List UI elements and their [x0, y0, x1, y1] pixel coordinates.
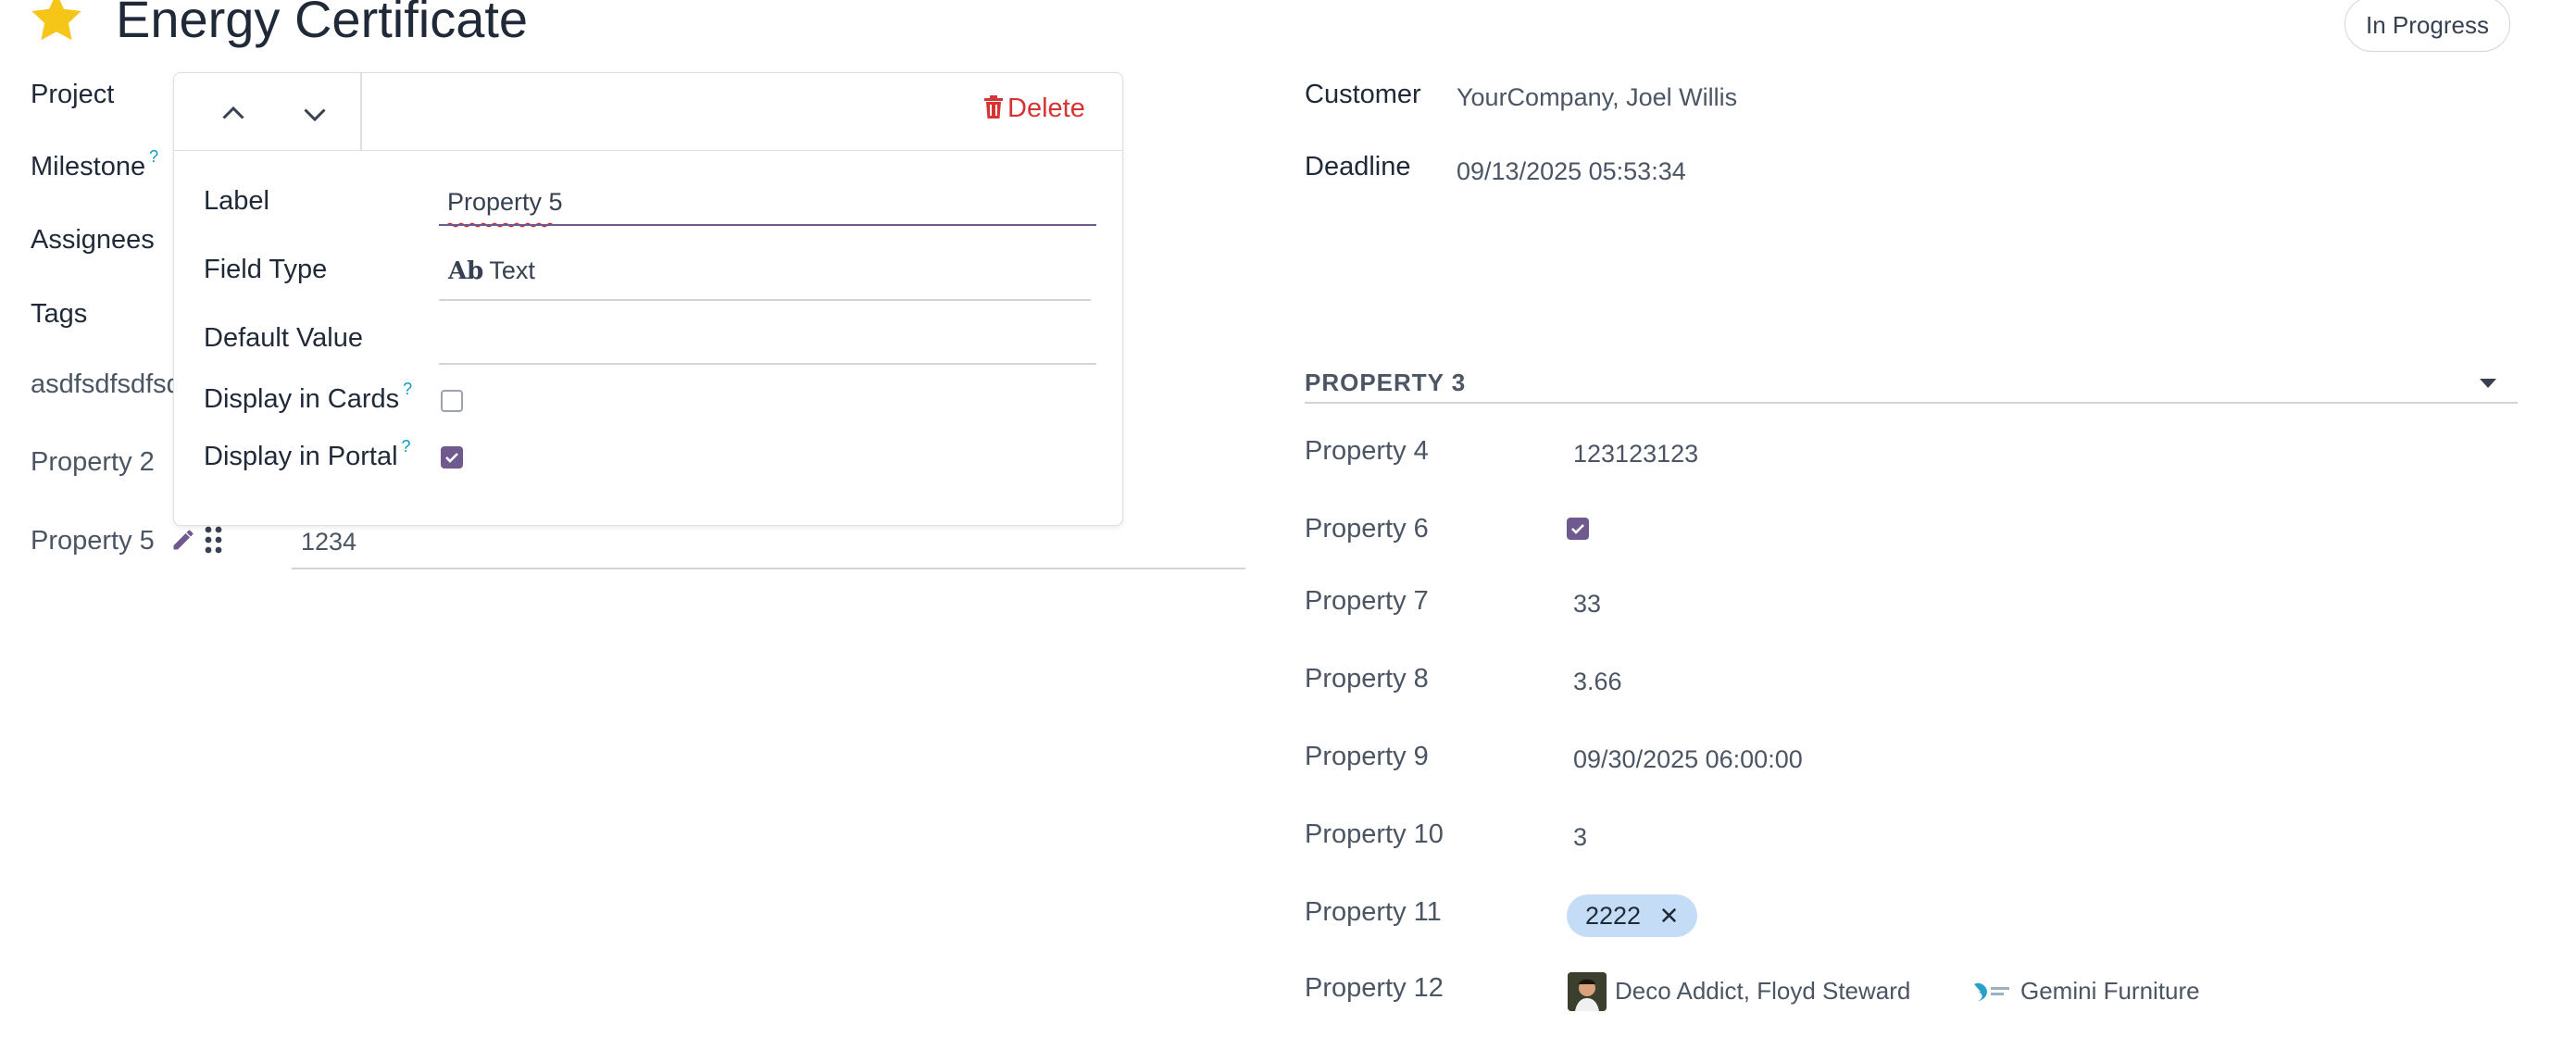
display-portal-label: Display in Portal?	[204, 437, 411, 472]
drag-handle-icon[interactable]	[204, 525, 224, 555]
milestone-help-icon[interactable]: ?	[149, 147, 158, 166]
property5-underline	[292, 568, 1245, 569]
property6-checkbox[interactable]	[1567, 518, 1589, 540]
page-title: Energy Certificate	[116, 0, 529, 48]
check-icon	[1571, 524, 1584, 534]
property8-label: Property 8	[1305, 664, 1429, 694]
property9-value[interactable]: 09/30/2025 06:00:00	[1573, 745, 1803, 774]
tag-remove-icon[interactable]: ✕	[1659, 902, 1680, 930]
milestone-label-text: Milestone	[31, 152, 146, 181]
project-label: Project	[31, 80, 115, 109]
tag-label: 2222	[1585, 902, 1642, 930]
assignees-label: Assignees	[31, 225, 155, 255]
property4-label: Property 4	[1305, 436, 1429, 466]
property11-tag: 2222 ✕	[1567, 894, 1698, 937]
status-badge[interactable]: In Progress	[2345, 0, 2510, 52]
property2-label: Property 2	[31, 447, 155, 477]
tags-label: Tags	[31, 299, 88, 329]
default-value-underline	[439, 363, 1096, 365]
section-collapse-icon[interactable]	[2478, 376, 2498, 391]
display-cards-label-text: Display in Cards	[204, 384, 400, 414]
property12-label: Property 12	[1305, 973, 1444, 1003]
label-input-underline	[439, 224, 1096, 226]
spellcheck-underline	[446, 216, 554, 228]
trash-icon	[984, 95, 1003, 119]
label-field-label: Label	[204, 186, 269, 216]
partner-avatar	[1568, 972, 1607, 1011]
property10-label: Property 10	[1305, 819, 1444, 849]
default-value-label: Default Value	[204, 323, 363, 353]
edit-pencil-icon[interactable]	[170, 527, 196, 553]
property-edit-popover: Delete Label Property 5 Field Type Ab Tex…	[173, 72, 1123, 526]
field-type-underline	[439, 299, 1091, 301]
property4-value[interactable]: 123123123	[1573, 440, 1698, 469]
section-divider	[1305, 402, 2518, 404]
property8-value[interactable]: 3.66	[1573, 668, 1622, 696]
property6-label: Property 6	[1305, 514, 1429, 544]
property11-label: Property 11	[1305, 897, 1442, 927]
company-logo-icon	[1972, 979, 2013, 1005]
property5-label: Property 5	[31, 526, 155, 556]
display-portal-help-icon[interactable]: ?	[402, 437, 411, 456]
deadline-label: Deadline	[1305, 152, 1411, 181]
milestone-label: Milestone?	[31, 147, 158, 182]
check-icon	[445, 453, 458, 463]
property7-value[interactable]: 33	[1573, 590, 1601, 619]
display-portal-label-text: Display in Portal	[204, 442, 398, 471]
custom-field-label: asdfsdfsdfsd	[31, 369, 174, 399]
property5-value[interactable]: 1234	[301, 528, 356, 556]
field-type-select[interactable]: Ab Text	[448, 256, 535, 285]
property10-value[interactable]: 3	[1573, 823, 1587, 852]
field-type-value: Text	[489, 256, 535, 284]
display-cards-checkbox[interactable]	[441, 390, 463, 412]
section-title: PROPERTY 3	[1305, 369, 1467, 396]
default-value-input[interactable]	[448, 325, 1096, 358]
property12-partner1[interactable]: Deco Addict, Floyd Steward	[1615, 977, 1910, 1006]
move-down-chevron-icon[interactable]	[298, 97, 331, 131]
text-type-icon: Ab	[448, 257, 484, 285]
property12-partner2[interactable]: Gemini Furniture	[2020, 977, 2200, 1006]
favorite-star-icon[interactable]	[28, 0, 85, 46]
deadline-value[interactable]: 09/13/2025 05:53:34	[1457, 157, 1686, 186]
popover-header-separator	[360, 73, 362, 150]
label-input[interactable]: Property 5	[447, 188, 563, 217]
move-up-chevron-icon[interactable]	[217, 97, 250, 131]
property7-label: Property 7	[1305, 586, 1429, 616]
property9-label: Property 9	[1305, 742, 1429, 771]
delete-label: Delete	[1007, 94, 1085, 123]
display-cards-label: Display in Cards?	[204, 380, 412, 415]
customer-label: Customer	[1305, 80, 1421, 109]
delete-button[interactable]: Delete	[983, 94, 1085, 131]
display-cards-help-icon[interactable]: ?	[403, 380, 412, 398]
field-type-label: Field Type	[204, 255, 328, 284]
customer-value[interactable]: YourCompany, Joel Willis	[1457, 83, 1737, 112]
display-portal-checkbox[interactable]	[441, 446, 463, 469]
